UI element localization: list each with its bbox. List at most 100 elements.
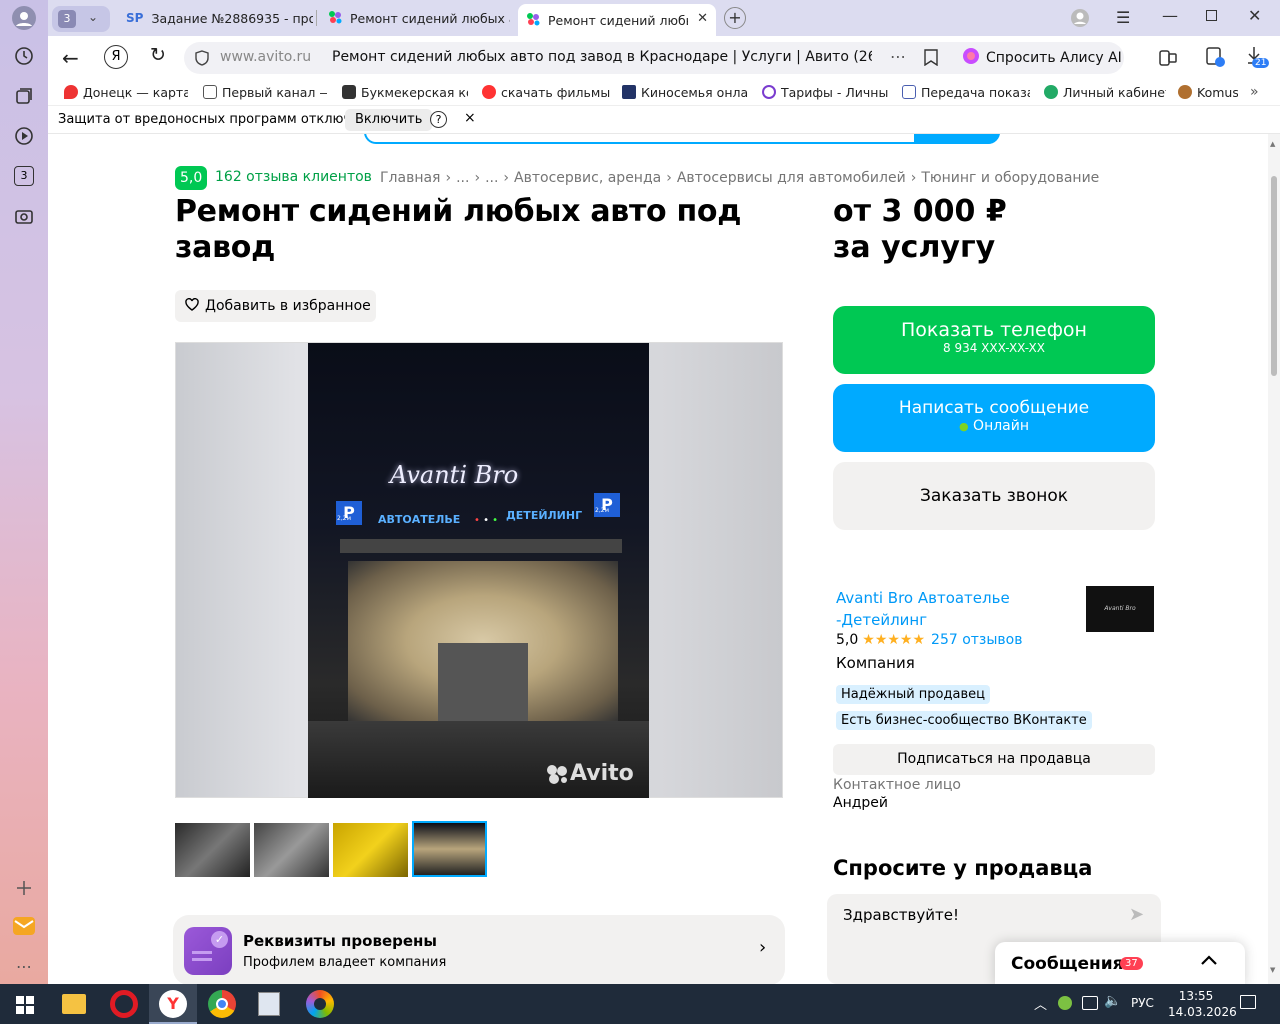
breadcrumb-item[interactable]: Тюнинг и оборудование <box>921 170 1099 186</box>
badge-reliable[interactable]: Надёжный продавец <box>836 685 990 704</box>
bookmark-item[interactable]: Личный кабинет <box>1044 83 1166 101</box>
chevron-up-icon[interactable] <box>1199 950 1219 974</box>
bookmark-item[interactable]: Киносемья онлай <box>622 83 748 101</box>
notifications-icon[interactable] <box>1240 995 1256 1009</box>
breadcrumb-item[interactable]: ... <box>485 170 498 186</box>
tab-task[interactable]: SP Задание №2886935 - про <box>118 4 313 32</box>
network-icon[interactable] <box>1082 996 1098 1010</box>
add-favorite-button[interactable]: Добавить в избранное <box>175 290 376 322</box>
scrollbar-thumb[interactable] <box>1271 176 1277 376</box>
bookmark-item[interactable]: Донецк — карта, с <box>64 83 188 101</box>
breadcrumb-item[interactable]: Главная <box>380 170 440 186</box>
close-window-icon[interactable]: ✕ <box>1248 6 1261 25</box>
help-icon[interactable]: ? <box>430 111 447 128</box>
seller-reviews-link[interactable]: 257 отзывов <box>931 632 1022 648</box>
tab-count-icon[interactable]: 3 <box>12 164 36 188</box>
close-tab-icon[interactable]: ✕ <box>697 11 708 26</box>
clock[interactable]: 13:55 14.03.2026 <box>1168 988 1237 1020</box>
thumbnail[interactable] <box>175 823 250 877</box>
account-icon[interactable] <box>1070 8 1090 32</box>
more-dots-icon[interactable]: ⋯ <box>12 954 36 978</box>
opera-icon[interactable] <box>110 990 138 1018</box>
breadcrumb-item[interactable]: Автосервис, аренда <box>514 170 661 186</box>
yandex-icon[interactable]: Я <box>104 45 128 69</box>
thumbnail[interactable] <box>254 823 329 877</box>
seller-logo[interactable]: Avanti Bro <box>1086 586 1154 632</box>
thumbnail[interactable] <box>333 823 408 877</box>
seller-type: Компания <box>836 654 915 672</box>
enable-protection-button[interactable]: Включить <box>345 109 433 131</box>
colorful-app-icon[interactable] <box>306 990 334 1018</box>
downloads-badge: 21 <box>1252 58 1270 68</box>
bookmark-item[interactable]: Первый канал — с <box>203 83 327 101</box>
video-icon[interactable] <box>12 124 36 148</box>
security-infobar: Защита от вредоносных программ отключена… <box>48 106 1280 134</box>
address-bar[interactable]: www.avito.ru Ремонт сидений любых авто п… <box>184 42 994 74</box>
seller-name-line1: Avanti Bro Автоателье <box>836 589 1010 607</box>
bookmark-item[interactable]: скачать фильмы 2 <box>482 83 610 101</box>
app-icon[interactable] <box>258 992 280 1016</box>
back-icon[interactable]: ← <box>62 46 79 70</box>
send-icon[interactable]: ➤ <box>1129 904 1144 925</box>
tab-avito-1[interactable]: Ремонт сидений любых а <box>320 4 510 32</box>
mail-icon[interactable] <box>12 914 36 938</box>
bookmarks-overflow-icon[interactable]: » <box>1250 83 1259 101</box>
volume-icon[interactable]: 🔈 <box>1104 993 1121 1009</box>
breadcrumb: Главная ›... ›... › Автосервис, аренда › Автос… <box>380 170 1100 186</box>
write-message-button[interactable]: Написать сообщение ● Онлайн <box>833 384 1155 452</box>
request-callback-button[interactable]: Заказать звонок <box>833 462 1155 530</box>
history-icon[interactable] <box>12 44 36 68</box>
collections-icon[interactable] <box>12 84 36 108</box>
tab-group-switcher[interactable]: 3 ⌄ <box>52 6 110 32</box>
menu-icon[interactable]: ☰ <box>1116 8 1130 27</box>
messages-widget[interactable]: Сообщения 37 <box>995 942 1245 984</box>
reviews-link[interactable]: 162 отзыва клиентов <box>215 169 372 185</box>
height-right: 2,2м <box>595 507 610 514</box>
minimize-icon[interactable]: — <box>1162 6 1178 25</box>
tray-app-icon[interactable] <box>1058 996 1072 1010</box>
breadcrumb-item[interactable]: Автосервисы для автомобилей <box>677 170 906 186</box>
restore-icon[interactable] <box>1206 10 1217 21</box>
profile-avatar-icon[interactable] <box>12 6 36 30</box>
price-unit: за услугу <box>833 230 996 265</box>
page-scrollbar[interactable]: ▲ ▼ <box>1268 134 1280 984</box>
more-icon[interactable]: ⋯ <box>890 47 906 66</box>
chrome-icon[interactable] <box>208 990 236 1018</box>
new-tab-button[interactable]: + <box>724 7 746 29</box>
explorer-icon[interactable] <box>62 994 86 1014</box>
breadcrumb-item[interactable]: ... <box>456 170 469 186</box>
yandex-browser-taskbar[interactable]: Y <box>149 984 197 1024</box>
thumbnail-active[interactable] <box>412 821 487 877</box>
bookmark-item[interactable]: Тарифы - Личный <box>762 83 888 101</box>
bookmark-item[interactable]: Передача показан <box>902 83 1030 101</box>
badge-vk[interactable]: Есть бизнес-сообщество ВКонтакте <box>836 711 1092 730</box>
downloads-icon[interactable]: 21 <box>1246 46 1270 68</box>
extensions-icon[interactable] <box>1158 48 1178 72</box>
close-infobar-icon[interactable]: × <box>464 110 476 126</box>
bookmark-item[interactable]: Komus <box>1178 83 1238 101</box>
tab-avito-active[interactable]: Ремонт сидений любы ✕ <box>518 4 716 36</box>
windows-start-icon[interactable] <box>16 996 34 1018</box>
add-panel-icon[interactable] <box>12 876 36 900</box>
alice-button[interactable]: Спросить Алису AI <box>954 42 1124 74</box>
main-photo[interactable]: Avanti Bro P 2,2м P 2,2м АВТОАТЕЛЬЕ • • … <box>175 342 783 798</box>
bookmark-item[interactable]: Букмекерская кон <box>342 83 468 101</box>
show-phone-button[interactable]: Показать телефон 8 934 XXX-XX-XX <box>833 306 1155 374</box>
site-info-icon[interactable] <box>194 50 210 70</box>
alice-label: Спросить Алису AI <box>986 50 1122 66</box>
protect-icon[interactable] <box>1204 46 1226 72</box>
reload-icon[interactable]: ↻ <box>150 44 166 66</box>
subscribe-button[interactable]: Подписаться на продавца <box>833 744 1155 775</box>
verified-card[interactable]: ✓ Реквизиты проверены Профилем владеет к… <box>173 915 785 984</box>
tray-expand-icon[interactable]: ︿ <box>1034 994 1047 1013</box>
language-indicator[interactable]: РУС <box>1131 996 1154 1010</box>
bookmark-icon[interactable] <box>924 49 938 70</box>
screenshot-icon[interactable] <box>12 204 36 228</box>
search-button-edge[interactable] <box>914 134 1000 144</box>
seller-name[interactable]: Avanti Bro Автоателье -Детейлинг <box>836 587 1010 631</box>
sp-favicon-icon: SP <box>126 11 144 25</box>
search-bar-edge[interactable] <box>364 134 1000 144</box>
bookmark-label: Komus <box>1197 84 1238 100</box>
online-status: ● Онлайн <box>958 418 1029 434</box>
sign-right: ДЕТЕЙЛИНГ <box>506 509 583 522</box>
